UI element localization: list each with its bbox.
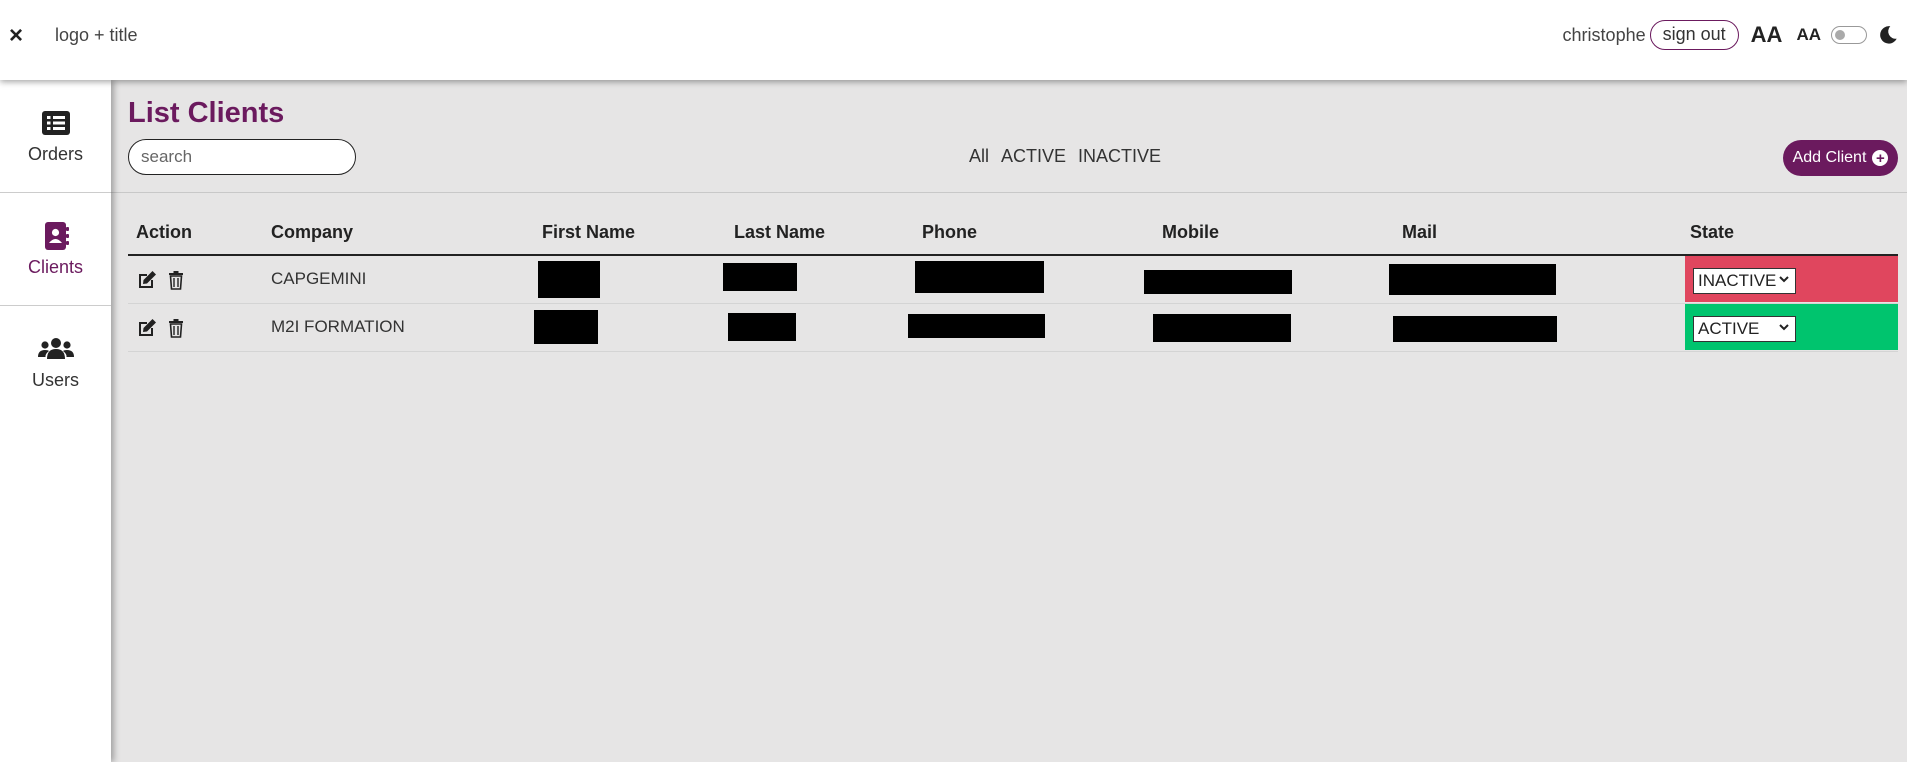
close-icon[interactable]: × [9, 22, 23, 50]
add-client-label: Add Client [1792, 149, 1867, 166]
table-row: M2I FORMATION ACTIVE [128, 304, 1898, 352]
redacted-first-name [534, 310, 598, 344]
main-content: List Clients All ACTIVE INACTIVE Add Cli… [111, 80, 1907, 762]
redacted-mobile [1153, 314, 1291, 342]
state-cell-inactive: INACTIVE [1685, 256, 1898, 302]
header-action: Action [136, 222, 192, 242]
state-select-value: ACTIVE [1698, 319, 1760, 338]
header-state: State [1690, 222, 1735, 242]
list-icon [41, 110, 70, 135]
table-row: CAPGEMINI INACTIVE [128, 256, 1898, 304]
header-mobile: Mobile [1162, 222, 1219, 242]
header-first-name: First Name [542, 222, 636, 242]
redacted-last-name [723, 263, 797, 291]
moon-icon[interactable] [1877, 24, 1899, 46]
trash-icon[interactable] [166, 270, 186, 290]
logo-title: logo + title [55, 25, 138, 45]
state-select[interactable]: INACTIVE [1693, 268, 1796, 294]
sign-out-button[interactable]: sign out [1649, 20, 1739, 50]
sidebar-item-users[interactable]: Users [0, 306, 111, 419]
divider [111, 192, 1907, 193]
plus-circle-icon: + [1872, 150, 1889, 166]
state-cell-active: ACTIVE [1685, 304, 1898, 350]
edit-icon[interactable] [137, 318, 157, 338]
contact-book-icon [44, 221, 69, 250]
sidebar-item-orders[interactable]: Orders [0, 80, 111, 193]
sidebar-item-label: Orders [27, 143, 83, 164]
company-cell: M2I FORMATION [271, 317, 405, 336]
state-select-value: INACTIVE [1698, 271, 1777, 290]
sidebar: Orders Clients Users [0, 80, 111, 762]
redacted-last-name [728, 313, 796, 341]
clients-table: Action Company First Name Last Name Phon… [128, 212, 1898, 352]
users-icon [37, 338, 74, 359]
font-size-large-button[interactable]: AA [1751, 22, 1783, 48]
sidebar-item-clients[interactable]: Clients [0, 193, 111, 306]
filter-all[interactable]: All [969, 146, 989, 167]
header-phone: Phone [922, 222, 978, 242]
theme-toggle[interactable] [1831, 26, 1867, 44]
filter-inactive[interactable]: INACTIVE [1078, 146, 1161, 167]
redacted-mail [1389, 264, 1556, 295]
table-header-row: Action Company First Name Last Name Phon… [128, 212, 1898, 256]
filter-active[interactable]: ACTIVE [1001, 146, 1066, 167]
chevron-down-icon [1779, 276, 1789, 283]
chevron-down-icon [1779, 324, 1789, 331]
top-header: × logo + title christophe sign out AA AA [0, 0, 1907, 80]
state-select[interactable]: ACTIVE [1693, 316, 1796, 342]
font-size-small-button[interactable]: AA [1796, 25, 1821, 45]
redacted-phone [908, 314, 1045, 338]
header-company: Company [271, 222, 354, 242]
user-area: christophe sign out AA AA [1563, 18, 1907, 52]
header-last-name: Last Name [734, 222, 826, 242]
header-mail: Mail [1402, 222, 1438, 242]
redacted-mail [1393, 316, 1557, 342]
sidebar-item-label: Users [31, 370, 79, 390]
edit-icon[interactable] [137, 270, 157, 290]
company-cell: CAPGEMINI [271, 269, 367, 288]
sidebar-item-label: Clients [27, 256, 84, 277]
search-input[interactable] [128, 139, 356, 175]
username: christophe [1562, 24, 1646, 45]
toggle-knob [1835, 29, 1845, 40]
redacted-first-name [538, 261, 600, 298]
add-client-button[interactable]: Add Client + [1783, 140, 1898, 176]
page-title: List Clients [128, 97, 285, 129]
trash-icon[interactable] [166, 318, 186, 338]
state-filters: All ACTIVE INACTIVE [969, 146, 1161, 167]
redacted-phone [915, 261, 1044, 293]
redacted-mobile [1144, 270, 1292, 294]
